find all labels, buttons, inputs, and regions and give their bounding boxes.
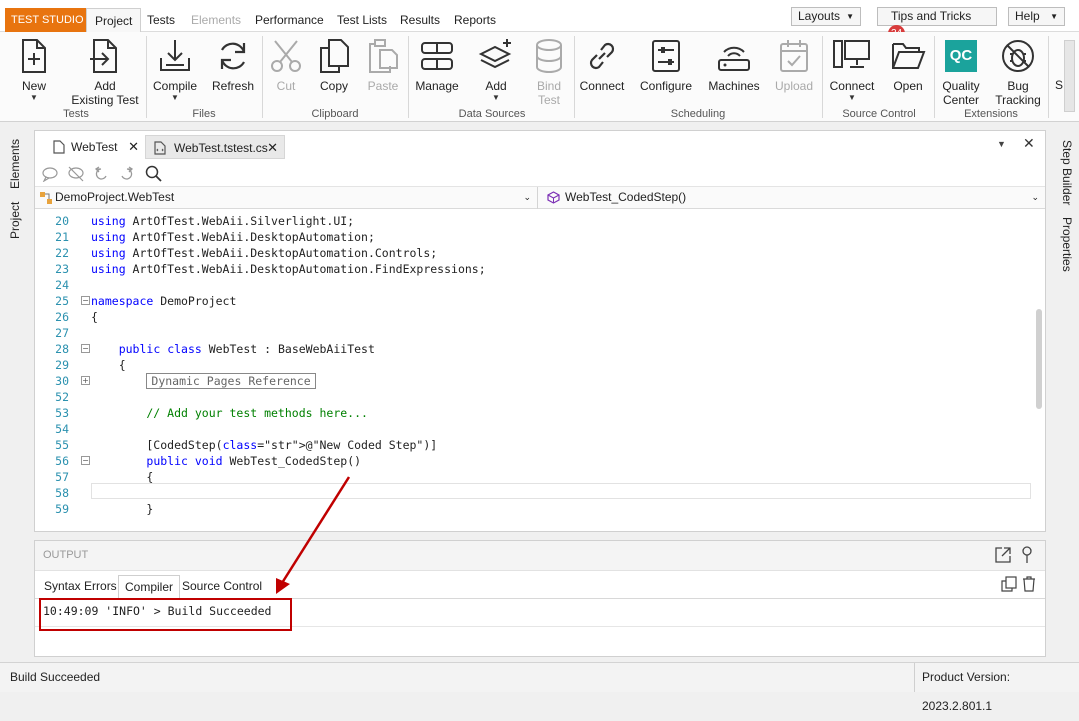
status-message: Build Succeeded	[10, 670, 101, 684]
status-bar: Build Succeeded Product Version: 2023.2.…	[0, 662, 1079, 713]
product-version: Product Version: 2023.2.801.1	[914, 663, 1079, 713]
annotation-arrow	[276, 476, 351, 594]
